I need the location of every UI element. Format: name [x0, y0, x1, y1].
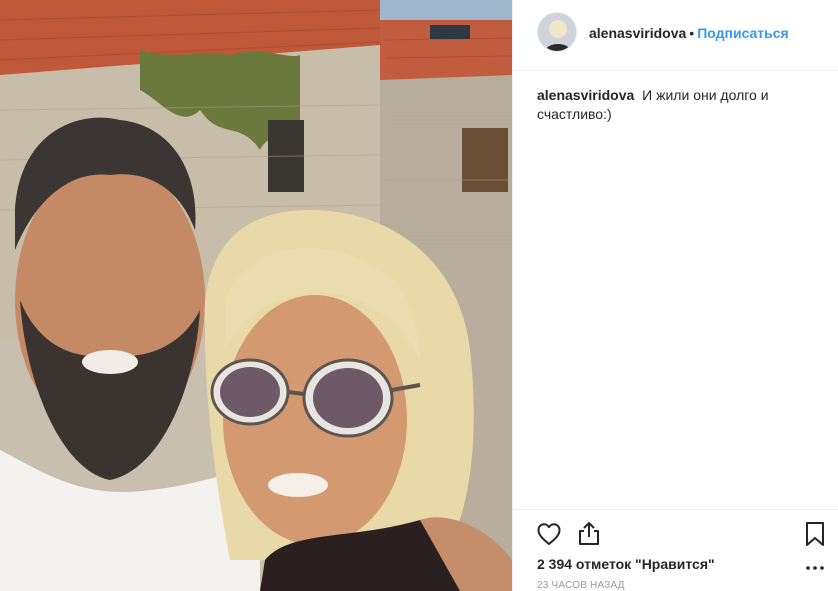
avatar[interactable]: [537, 12, 577, 52]
post-header: alenasviridova • Подписаться: [513, 0, 838, 71]
action-bar: [513, 509, 838, 549]
caption-username-link[interactable]: alenasviridova: [537, 87, 634, 103]
post-photo[interactable]: [0, 0, 512, 591]
share-icon[interactable]: [575, 520, 603, 548]
bookmark-icon[interactable]: [801, 520, 829, 548]
post-timestamp: 23 часов назад: [537, 580, 625, 591]
post-caption: alenasviridova И жили они долго и счастл…: [537, 86, 817, 124]
header-text: alenasviridova • Подписаться: [589, 25, 789, 41]
post-sidebar: alenasviridova • Подписаться alenasviridov…: [512, 0, 838, 591]
more-dots-icon[interactable]: [805, 560, 825, 570]
separator-dot: •: [689, 25, 695, 41]
likes-count[interactable]: 2 394 отметок "Нравится": [537, 556, 715, 572]
username-link[interactable]: alenasviridova: [589, 25, 686, 41]
follow-button[interactable]: Подписаться: [697, 25, 789, 41]
heart-outline-icon[interactable]: [535, 520, 563, 548]
